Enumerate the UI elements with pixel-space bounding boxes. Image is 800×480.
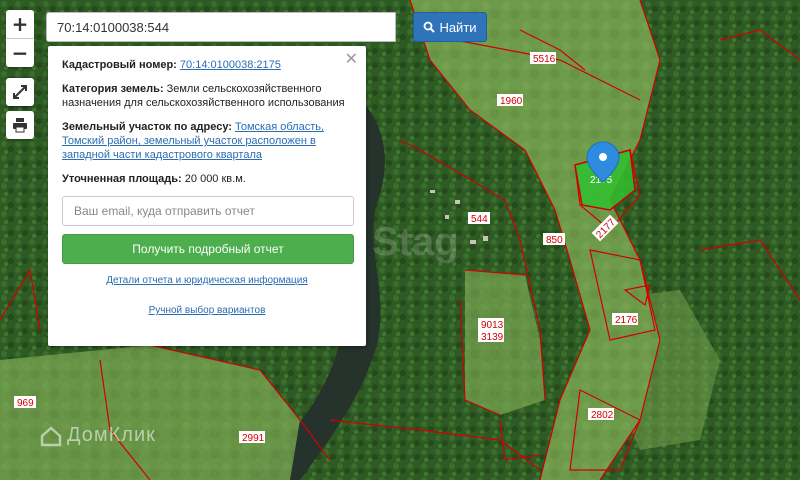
printer-icon (13, 118, 27, 133)
area-value: 20 000 кв.м. (184, 173, 246, 185)
svg-text:5516: 5516 (533, 54, 556, 65)
parcel-label-2176: 2176 (612, 313, 638, 326)
address-label: Земельный участок по адресу: (62, 121, 232, 133)
zoom-out-button[interactable]: − (6, 38, 34, 67)
domclick-watermark: ДомКлик (40, 424, 156, 447)
cadastral-number-row: Кадастровый номер: 70:14:0100038:2175 (62, 58, 352, 72)
zoom-controls: + − (6, 10, 34, 67)
zoom-in-button[interactable]: + (6, 10, 34, 38)
parcel-info-card: ✕ Кадастровый номер: 70:14:0100038:2175 … (48, 46, 366, 346)
area-label: Уточненная площадь: (62, 173, 182, 185)
svg-text:2802: 2802 (591, 410, 614, 421)
svg-text:9013: 9013 (481, 320, 504, 331)
parcel-label-5516: 5516 (530, 52, 556, 65)
parcel-label-2991: 2991 (239, 431, 265, 444)
watermark-center: Stag (372, 220, 459, 264)
fullscreen-button[interactable] (6, 78, 34, 106)
manual-selection-link[interactable]: Ручной выбор вариантов (62, 304, 352, 318)
search-button[interactable]: Найти (413, 12, 487, 42)
search-input[interactable] (46, 12, 396, 42)
parcel-label-544: 544 (468, 212, 490, 225)
get-report-button[interactable]: Получить подробный отчет (62, 234, 354, 264)
parcel-label-2802: 2802 (588, 408, 614, 421)
house-logo-icon (40, 425, 62, 446)
svg-text:2991: 2991 (242, 433, 265, 444)
print-button[interactable] (6, 111, 34, 139)
close-icon[interactable]: ✕ (345, 51, 358, 67)
search-button-label: Найти (439, 19, 477, 35)
watermark-brand: ДомКлик (67, 424, 156, 446)
svg-text:2176: 2176 (615, 315, 638, 326)
expand-icon (13, 85, 27, 99)
parcel-label-850: 850 (543, 233, 565, 246)
report-details-link[interactable]: Детали отчета и юридическая информация (62, 274, 352, 288)
cadastral-number-link[interactable]: 70:14:0100038:2175 (180, 59, 281, 71)
svg-text:3139: 3139 (481, 332, 504, 343)
svg-text:850: 850 (546, 235, 563, 246)
address-row: Земельный участок по адресу: Томская обл… (62, 120, 352, 162)
parcel-label-1960: 1960 (497, 94, 523, 107)
svg-text:969: 969 (17, 398, 34, 409)
svg-text:1960: 1960 (500, 96, 523, 107)
svg-text:544: 544 (471, 214, 488, 225)
email-input[interactable] (62, 196, 354, 226)
land-category-row: Категория земель: Земли сельскохозяйстве… (62, 82, 352, 110)
cadastral-number-label: Кадастровый номер: (62, 59, 177, 71)
parcel-label-9013: 9013 3139 (478, 318, 504, 343)
land-category-label: Категория земель: (62, 83, 164, 95)
search-icon (424, 21, 436, 33)
parcel-label-969: 969 (14, 396, 36, 409)
area-row: Уточненная площадь: 20 000 кв.м. (62, 172, 352, 186)
